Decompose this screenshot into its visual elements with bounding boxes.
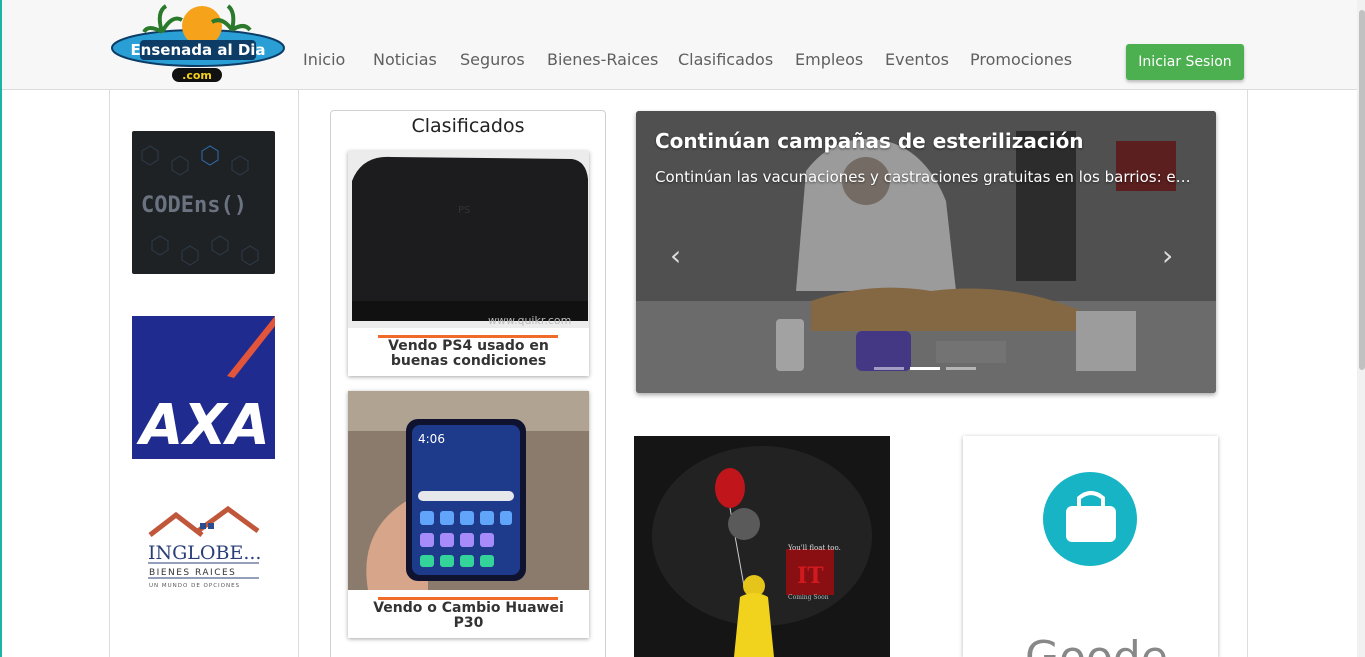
carousel-indicator[interactable]: [910, 367, 940, 370]
svg-text:INGLOBE...: INGLOBE...: [148, 542, 261, 564]
svg-text:IT: IT: [797, 563, 824, 589]
ps4-image: PS www.quikr.com: [348, 151, 589, 328]
nav-seguros[interactable]: Seguros: [460, 50, 525, 69]
nav-noticias[interactable]: Noticias: [373, 50, 437, 69]
scrollbar[interactable]: [1357, 0, 1365, 657]
classified-card-ps4[interactable]: PS www.quikr.com Vendo PS4 usado en buen…: [348, 151, 589, 376]
svg-text:Goode: Goode: [1025, 632, 1168, 657]
classified-card-huawei[interactable]: 4:06 Vendo o Cambio Huawei P30: [348, 391, 589, 638]
svg-text:4:06: 4:06: [418, 432, 445, 446]
svg-text:CODEns(): CODEns(): [141, 193, 247, 218]
caption-accent-bar: [378, 335, 558, 338]
carousel-title[interactable]: Continúan campañas de esterilización: [655, 129, 1084, 153]
svg-text:.com: .com: [182, 69, 212, 82]
column-divider: [298, 90, 299, 657]
carousel-subtitle: Continúan las vacunaciones y castracione…: [655, 168, 1195, 186]
classified-caption[interactable]: Vendo o Cambio Huawei P30: [348, 601, 589, 631]
carousel-image: [636, 111, 1216, 393]
scrollbar-thumb[interactable]: [1359, 10, 1365, 370]
ad-inglobe[interactable]: INGLOBE... BIENES RAICES UN MUNDO DE OPC…: [132, 505, 275, 595]
hexagon-pattern: CODEns(): [141, 145, 259, 266]
svg-text:You'll float too.: You'll float too.: [787, 544, 841, 552]
ad-axa[interactable]: AXA: [132, 316, 275, 459]
inglobe-logo: INGLOBE... BIENES RAICES UN MUNDO DE OPC…: [148, 505, 261, 589]
svg-text:BIENES RAICES: BIENES RAICES: [149, 568, 236, 578]
movie-poster[interactable]: You'll float too. IT Coming Soon: [634, 436, 890, 657]
site-logo[interactable]: Ensenada al Dia .com: [110, 2, 286, 86]
nav-empleos[interactable]: Empleos: [795, 50, 863, 69]
nav-promociones[interactable]: Promociones: [970, 50, 1072, 69]
carousel-indicator[interactable]: [874, 367, 904, 370]
nav-inicio[interactable]: Inicio: [303, 50, 345, 69]
classifieds-panel: Clasificados PS www.quikr.com Vendo PS4 …: [330, 110, 606, 657]
chevron-left-icon[interactable]: ‹: [670, 239, 681, 272]
login-button[interactable]: Iniciar Sesion: [1126, 44, 1244, 80]
svg-text:Coming Soon: Coming Soon: [788, 594, 829, 601]
chevron-right-icon[interactable]: ›: [1162, 239, 1173, 272]
caption-accent-bar: [378, 597, 558, 600]
svg-text:Ensenada al Dia: Ensenada al Dia: [130, 41, 265, 59]
header: Ensenada al Dia .com Inicio Noticias Seg…: [2, 0, 1357, 90]
svg-text:www.quikr.com: www.quikr.com: [488, 314, 571, 327]
news-carousel[interactable]: Continúan campañas de esterilización Con…: [636, 111, 1216, 393]
column-divider: [109, 90, 110, 657]
nav-eventos[interactable]: Eventos: [885, 50, 949, 69]
column-divider: [1247, 90, 1248, 657]
ad-codens[interactable]: CODEns(): [132, 131, 275, 274]
classifieds-title: Clasificados: [411, 115, 525, 137]
app-card[interactable]: Goode: [963, 436, 1218, 657]
svg-text:PS: PS: [458, 205, 470, 216]
shopping-bag-icon: [1066, 506, 1116, 542]
axa-logo: AXA: [136, 316, 275, 458]
classified-caption[interactable]: Vendo PS4 usado en buenas condiciones: [348, 339, 589, 369]
svg-text:AXA: AXA: [136, 393, 270, 458]
carousel-indicator[interactable]: [946, 367, 976, 370]
nav-bienes-raices[interactable]: Bienes-Raices: [547, 50, 658, 69]
huawei-image: 4:06: [348, 391, 589, 590]
nav-clasificados[interactable]: Clasificados: [678, 50, 773, 69]
svg-text:UN MUNDO DE OPCIONES: UN MUNDO DE OPCIONES: [149, 583, 240, 589]
